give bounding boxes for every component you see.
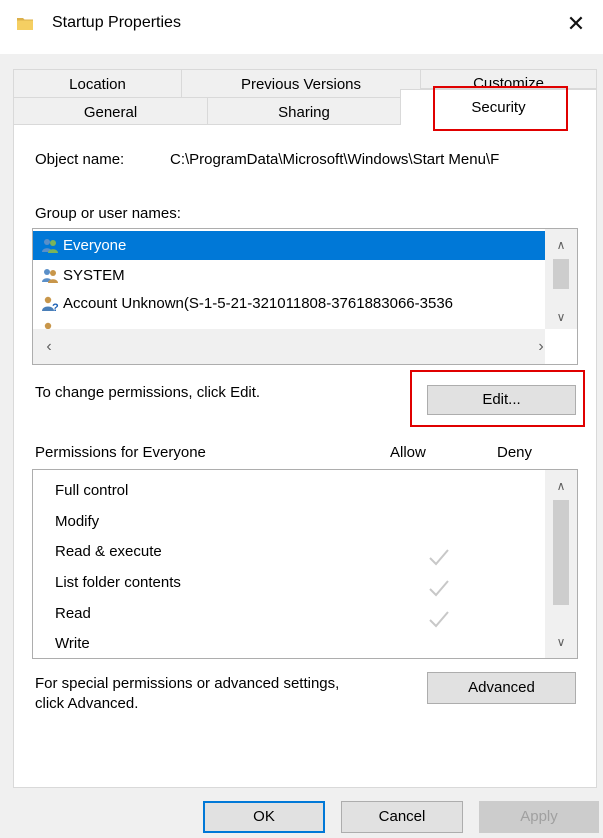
user-list-horizontal-scrollbar[interactable]: ‹ › bbox=[33, 329, 545, 364]
close-button[interactable]: ✕ bbox=[560, 10, 592, 40]
object-name-value: C:\ProgramData\Microsoft\Windows\Start M… bbox=[170, 151, 500, 168]
cancel-button[interactable]: Cancel bbox=[341, 801, 463, 833]
user-list-vertical-scrollbar[interactable]: ∧ ∨ bbox=[545, 229, 577, 329]
tab-sharing[interactable]: Sharing bbox=[207, 97, 401, 125]
tab-location[interactable]: Location bbox=[13, 69, 182, 99]
apply-button[interactable]: Apply bbox=[479, 801, 599, 833]
allow-read-check-icon bbox=[429, 611, 449, 628]
scroll-up-icon[interactable]: ∧ bbox=[551, 235, 571, 255]
scroll-down-icon[interactable]: ∨ bbox=[551, 632, 571, 652]
users-group-icon bbox=[42, 269, 58, 283]
unknown-user-icon: ? bbox=[42, 296, 59, 312]
svg-text:?: ? bbox=[52, 302, 59, 312]
advanced-hint-line1: For special permissions or advanced sett… bbox=[35, 675, 340, 692]
user-list[interactable]: Everyone SYSTEM ? Account Unknown(S-1-5-… bbox=[32, 228, 578, 365]
change-permissions-hint: To change permissions, click Edit. bbox=[35, 384, 261, 401]
deny-column-header: Deny bbox=[497, 444, 533, 461]
permission-row: List folder contents bbox=[55, 574, 181, 591]
tab-previous-versions[interactable]: Previous Versions bbox=[181, 69, 421, 99]
permission-row: Read bbox=[55, 605, 91, 622]
scroll-left-icon[interactable]: ‹ bbox=[39, 337, 59, 357]
permissions-label: Permissions for Everyone bbox=[35, 444, 206, 461]
object-name-label: Object name: bbox=[35, 151, 125, 168]
scroll-thumb[interactable] bbox=[553, 500, 569, 605]
group-users-label: Group or user names: bbox=[35, 205, 181, 222]
edit-button[interactable]: Edit... bbox=[427, 385, 576, 415]
window-title: Startup Properties bbox=[52, 14, 181, 31]
permissions-scrollbar[interactable]: ∧ ∨ bbox=[545, 470, 577, 658]
tab-general[interactable]: General bbox=[13, 97, 208, 125]
permission-row: Modify bbox=[55, 513, 100, 530]
allow-read-execute-check-icon bbox=[429, 549, 449, 566]
scroll-down-icon[interactable]: ∨ bbox=[551, 307, 571, 327]
ok-button[interactable]: OK bbox=[203, 801, 325, 833]
allow-column-header: Allow bbox=[390, 444, 426, 461]
scroll-up-icon[interactable]: ∧ bbox=[551, 476, 571, 496]
folder-icon bbox=[17, 18, 33, 30]
user-name: Account Unknown(S-1-5-21-321011808-37618… bbox=[63, 295, 453, 312]
advanced-button[interactable]: Advanced bbox=[427, 672, 576, 704]
list-item[interactable]: SYSTEM bbox=[33, 261, 545, 290]
permission-row: Read & execute bbox=[55, 543, 162, 560]
scroll-right-icon[interactable]: › bbox=[531, 337, 551, 357]
user-name: SYSTEM bbox=[63, 267, 125, 284]
list-item[interactable]: ? Account Unknown(S-1-5-21-321011808-376… bbox=[33, 289, 545, 318]
list-item[interactable]: Everyone bbox=[33, 231, 545, 260]
scroll-thumb[interactable] bbox=[553, 259, 569, 289]
permissions-list[interactable]: Full control Modify Read & execute List … bbox=[32, 469, 578, 659]
users-group-icon bbox=[42, 239, 58, 253]
tab-customize[interactable]: Customize bbox=[420, 69, 597, 89]
tab-security[interactable]: Security bbox=[400, 89, 597, 125]
user-name: Everyone bbox=[63, 237, 127, 254]
allow-list-folder-check-icon bbox=[429, 580, 449, 597]
advanced-hint-line2: click Advanced. bbox=[35, 695, 139, 712]
permission-row: Full control bbox=[55, 482, 129, 499]
permission-row: Write bbox=[55, 635, 90, 652]
